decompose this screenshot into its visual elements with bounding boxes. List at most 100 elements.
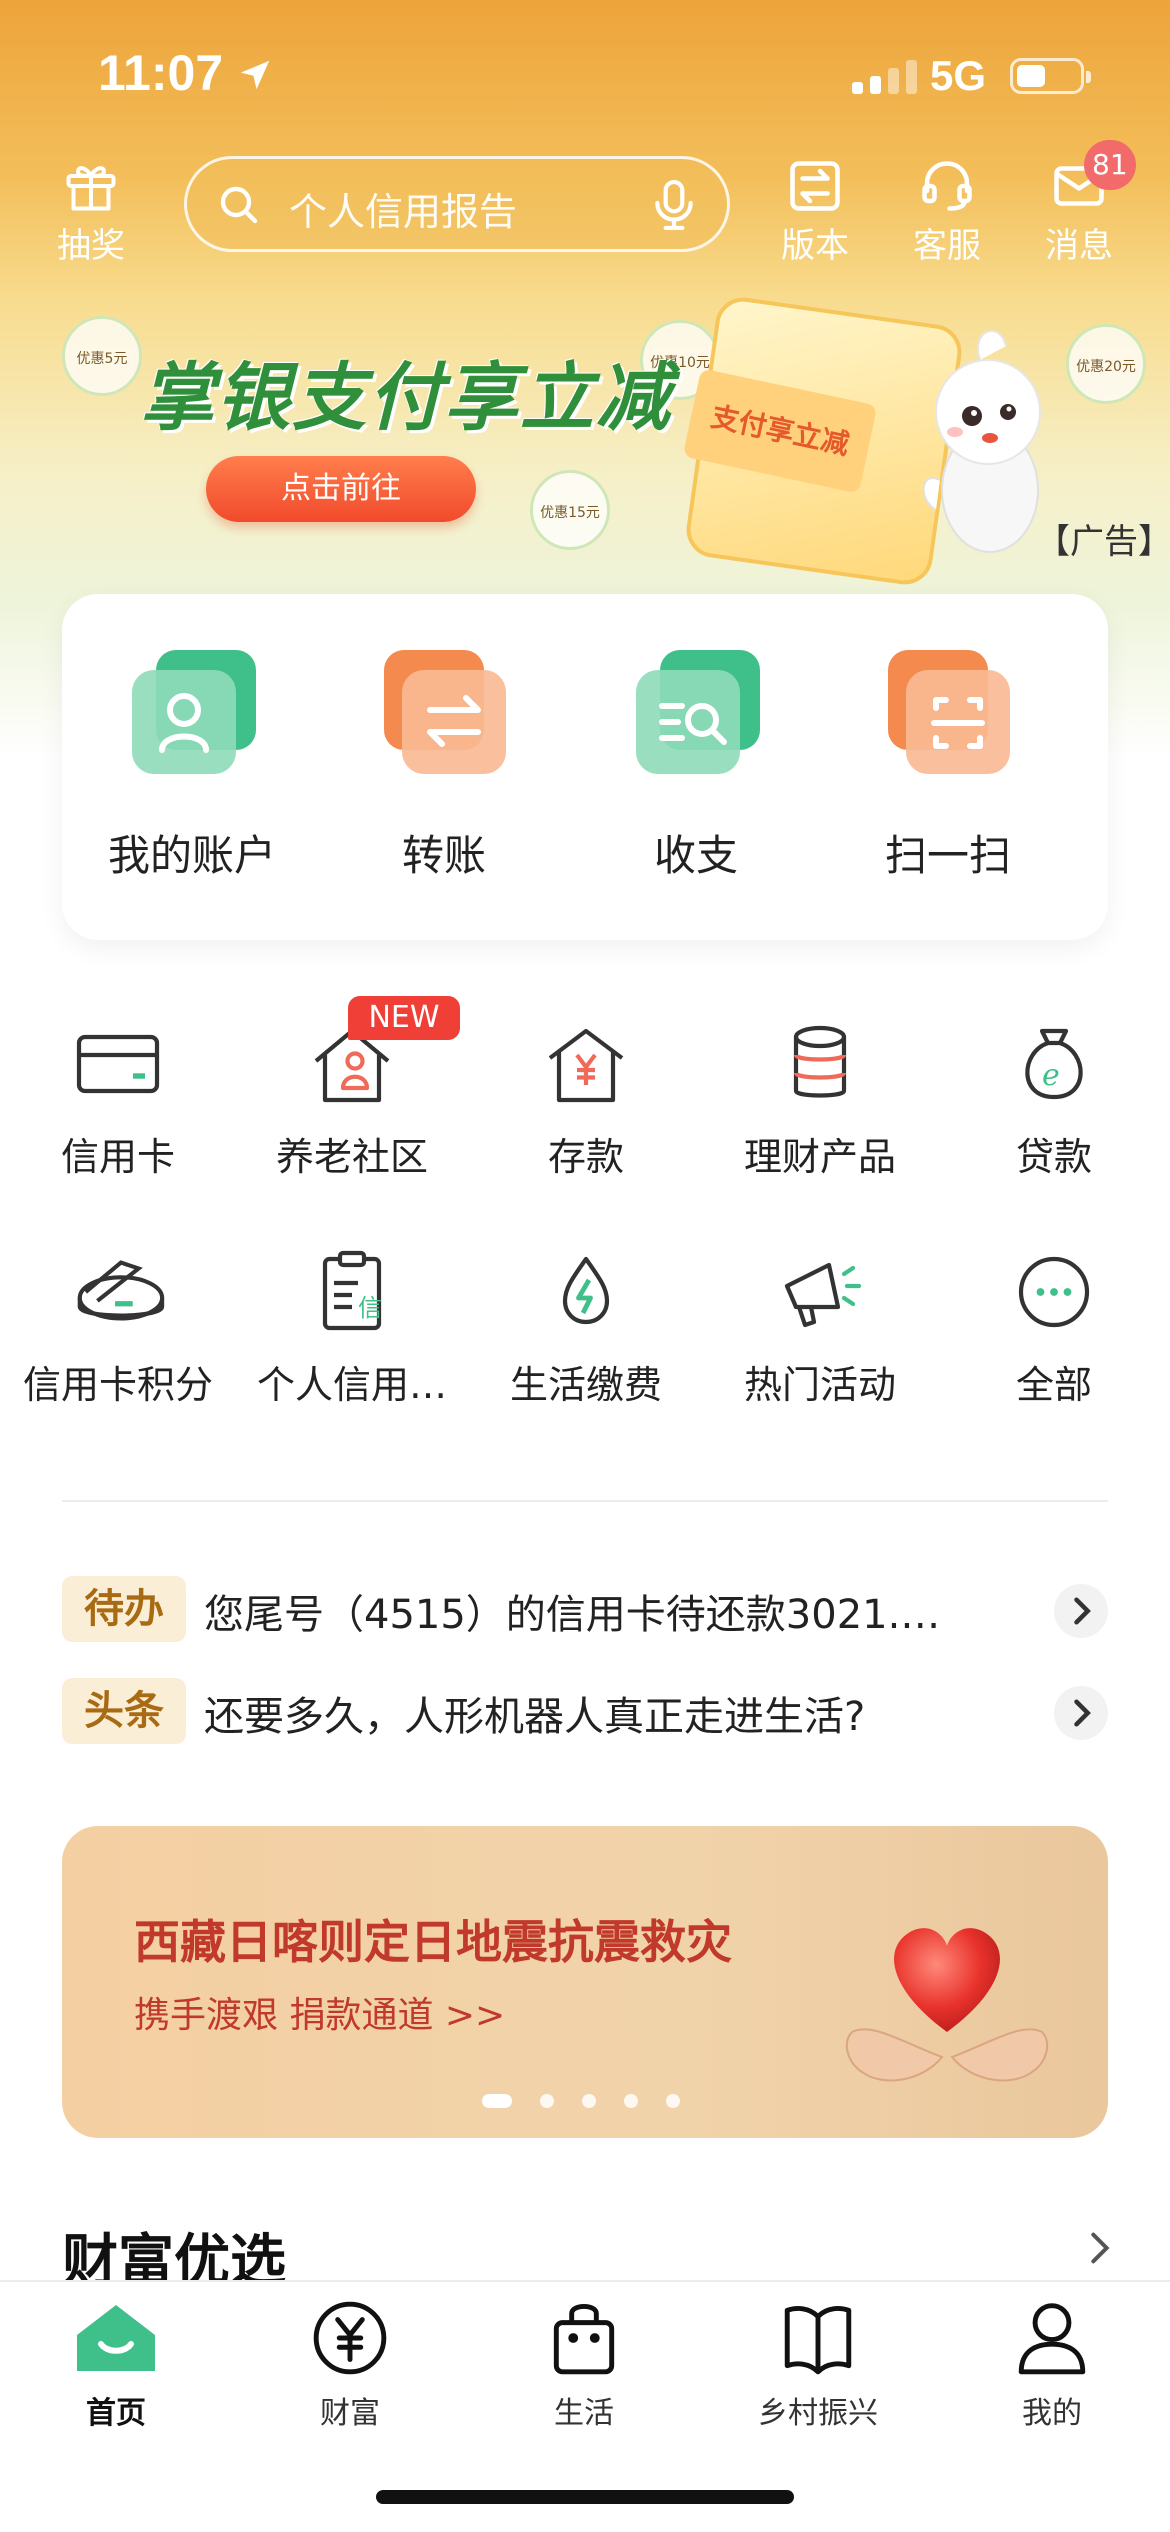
messages-label: 消息	[1045, 226, 1113, 266]
microphone-icon[interactable]	[649, 177, 699, 233]
tab-label: 财富	[320, 2396, 380, 2431]
service-label: 全部	[1015, 1363, 1092, 1407]
svg-text:信: 信	[358, 1294, 382, 1322]
search-placeholder: 个人信用报告	[289, 190, 518, 234]
chevron-right-icon[interactable]	[1054, 1584, 1108, 1638]
service-label: 热门活动	[743, 1363, 896, 1407]
service-hot-activities[interactable]: 热门活动	[702, 1250, 938, 1409]
promo-go-button[interactable]: 点击前往	[206, 456, 476, 522]
income-expense-label: 收支	[653, 831, 738, 880]
credit-card-icon	[76, 1034, 160, 1094]
charity-title: 西藏日喀则定日地震抗震救灾	[134, 1915, 732, 1969]
service-label: 贷款	[1015, 1135, 1092, 1179]
tab-home[interactable]: 首页	[16, 2298, 216, 2432]
home-indicator	[376, 2490, 794, 2504]
scan-label: 扫一扫	[884, 831, 1011, 880]
coupon-badge: 优惠15元	[530, 470, 610, 550]
messages-badge: 81	[1084, 140, 1136, 190]
more-icon	[1018, 1256, 1090, 1328]
income-expense-icon	[636, 650, 760, 774]
my-account-button[interactable]: 我的账户	[72, 650, 312, 883]
deposit-icon	[548, 1028, 624, 1103]
divider	[62, 1500, 1108, 1502]
version-label: 版本	[781, 226, 849, 266]
tab-label: 乡村振兴	[758, 2396, 878, 2431]
transfer-button[interactable]: 转账	[324, 650, 564, 883]
tab-label: 首页	[86, 2396, 146, 2431]
service-all[interactable]: 全部	[936, 1250, 1170, 1409]
customer-service-label: 客服	[913, 226, 981, 266]
service-credit-report[interactable]: 信 个人信用…	[234, 1250, 470, 1409]
yuan-icon	[313, 2301, 387, 2375]
tab-label: 我的	[1022, 2396, 1082, 2431]
notice-text: 还要多久，人形机器人真正走进生活?	[204, 1694, 866, 1740]
new-badge: NEW	[348, 996, 460, 1040]
service-bill-payment[interactable]: 生活缴费	[468, 1250, 704, 1409]
network-type: 5G	[930, 52, 987, 99]
tab-rural[interactable]: 乡村振兴	[718, 2298, 918, 2432]
service-label: 信用卡积分	[22, 1363, 213, 1407]
svg-text:e: e	[1042, 1058, 1060, 1093]
coupon-badge: 优惠5元	[62, 316, 142, 396]
promo-banner[interactable]: 优惠5元 优惠10元 优惠15元 优惠20元 掌银支付享立减 点击前往 支付享立…	[0, 290, 1170, 590]
service-label: 信用卡	[60, 1135, 175, 1179]
carousel-dots[interactable]	[482, 2094, 680, 2108]
service-wealth-product[interactable]: 理财产品	[702, 1022, 938, 1181]
tab-wealth[interactable]: 财富	[250, 2298, 450, 2432]
bill-payment-icon	[562, 1256, 610, 1325]
account-icon	[132, 650, 256, 774]
signal-icon	[852, 60, 917, 94]
shopping-bag-icon	[553, 2304, 615, 2375]
headset-icon	[922, 161, 972, 211]
tab-life[interactable]: 生活	[484, 2298, 684, 2432]
service-label: 养老社区	[275, 1135, 428, 1179]
book-icon	[784, 2306, 852, 2375]
tab-mine[interactable]: 我的	[952, 2298, 1152, 2432]
version-switch-icon	[790, 161, 840, 211]
card-points-icon	[77, 1260, 165, 1321]
ad-tag: 【广告】	[1036, 522, 1170, 562]
search-bar[interactable]: 个人信用报告	[184, 156, 730, 252]
battery-icon	[1010, 58, 1091, 94]
heart-in-hands-icon	[845, 1928, 1049, 2082]
income-expense-button[interactable]: 收支	[576, 650, 816, 883]
lottery-button[interactable]: 抽奖	[36, 156, 146, 267]
service-loan[interactable]: e 贷款	[936, 1022, 1170, 1181]
service-label: 生活缴费	[509, 1363, 662, 1407]
todo-notice[interactable]: 待办 您尾号（4515）的信用卡待还款3021.…	[62, 1574, 1108, 1648]
my-account-label: 我的账户	[107, 831, 276, 880]
chevron-right-icon[interactable]	[1054, 1686, 1108, 1740]
status-bar: 11:07 5G	[0, 0, 1170, 140]
service-elderly-community[interactable]: 养老社区	[234, 1022, 470, 1181]
promo-title: 掌银支付享立减	[140, 355, 672, 441]
loan-icon: e	[1025, 1028, 1083, 1100]
transfer-icon	[384, 650, 506, 774]
lottery-label: 抽奖	[57, 226, 125, 266]
charity-banner[interactable]: 西藏日喀则定日地震抗震救灾 携手渡艰 捐款通道 >>	[62, 1826, 1108, 2138]
status-time: 11:07	[98, 45, 224, 101]
service-label: 存款	[547, 1135, 624, 1179]
home-icon	[77, 2305, 155, 2371]
service-label: 个人信用…	[256, 1363, 447, 1407]
notice-text: 您尾号（4515）的信用卡待还款3021.…	[204, 1592, 941, 1638]
service-deposit[interactable]: 存款	[468, 1022, 704, 1181]
wealth-product-icon	[793, 1025, 847, 1098]
service-card-points[interactable]: 信用卡积分	[0, 1250, 236, 1409]
notice-tag: 头条	[62, 1678, 186, 1744]
version-button[interactable]: 版本	[760, 156, 870, 267]
search-icon	[220, 186, 258, 224]
quick-actions-card: 我的账户 转账 收支 扫一扫	[62, 594, 1108, 940]
customer-service-button[interactable]: 客服	[892, 156, 1002, 267]
profile-icon	[1018, 2303, 1086, 2375]
headline-notice[interactable]: 头条 还要多久，人形机器人真正走进生活?	[62, 1676, 1108, 1750]
transfer-label: 转账	[401, 831, 486, 880]
tab-label: 生活	[554, 2396, 614, 2431]
megaphone-icon	[784, 1262, 862, 1328]
gift-icon	[66, 166, 116, 211]
service-label: 理财产品	[743, 1135, 896, 1179]
credit-report-icon: 信	[322, 1250, 382, 1331]
service-credit-card[interactable]: 信用卡	[0, 1022, 236, 1181]
location-arrow-icon	[240, 60, 270, 90]
scan-button[interactable]: 扫一扫	[828, 650, 1068, 883]
chevron-right-icon[interactable]	[1080, 2228, 1120, 2268]
